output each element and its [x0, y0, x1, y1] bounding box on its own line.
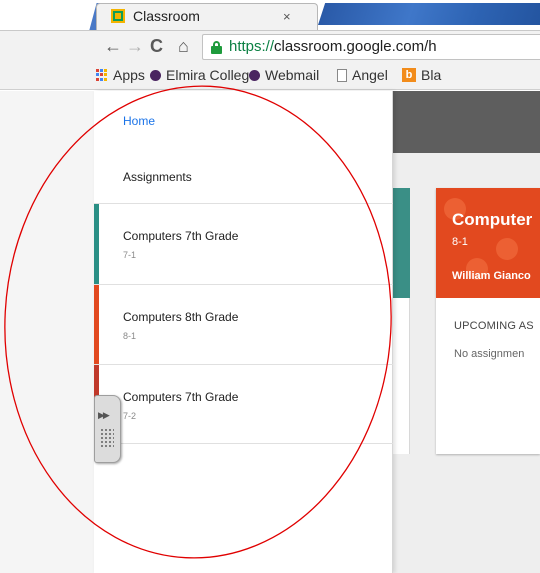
floating-toolbar-handle[interactable]: ▶▶ — [94, 395, 121, 463]
reload-icon[interactable]: C — [150, 36, 163, 56]
bookmark-angel[interactable]: Angel — [337, 67, 388, 83]
webmail-dot-icon — [249, 69, 260, 81]
url-scheme: https:// — [229, 38, 275, 55]
forward-arrow-icon[interactable]: → — [126, 36, 144, 56]
class-name: Computers 7th Grade — [123, 229, 239, 243]
home-icon[interactable]: ⌂ — [178, 36, 189, 56]
bookmark-elmira-college[interactable]: Elmira College — [150, 67, 257, 83]
inactive-tab-area[interactable] — [318, 3, 540, 25]
class-name: Computers 8th Grade — [123, 310, 239, 324]
page-icon — [337, 68, 347, 82]
browser-tab[interactable]: Classroom × — [96, 3, 318, 30]
class-card-section: 8-1 — [452, 236, 468, 248]
b-icon: b — [402, 68, 416, 82]
classroom-favicon-icon — [111, 9, 125, 23]
class-color-bar — [94, 204, 99, 284]
elmira-dot-icon — [150, 69, 161, 81]
bookmark-label: Angel — [352, 67, 388, 83]
bookmark-bla[interactable]: b Bla — [402, 67, 441, 83]
card-pattern-dot — [496, 238, 518, 260]
back-arrow-icon[interactable]: ← — [104, 36, 122, 56]
url-host-path: classroom.google.com/h — [274, 38, 437, 55]
class-section: 7-1 — [123, 250, 137, 260]
drawer-item-label: Home — [123, 114, 156, 128]
class-section: 8-1 — [123, 331, 137, 341]
drawer-item-class[interactable]: Computers 7th Grade 7-1 — [94, 203, 393, 284]
class-card-partial-header — [392, 188, 410, 298]
address-bar[interactable]: https://classroom.google.com/h — [202, 34, 540, 60]
class-section: 7-2 — [123, 411, 137, 421]
browser-toolbar: ← → C ⌂ https://classroom.google.com/h — [0, 30, 540, 62]
apps-grid-icon — [96, 69, 108, 81]
tab-title: Classroom — [133, 8, 200, 24]
expand-arrows-icon[interactable]: ▶▶ — [98, 410, 110, 421]
no-assignments-text: No assignmen — [454, 348, 525, 360]
bookmarks-bar: Apps Elmira College Webmail Angel b Bla — [0, 62, 540, 90]
drawer-item-class[interactable]: Computers 7th Grade 7-2 — [94, 364, 393, 445]
drawer-item-class[interactable]: Computers 8th Grade 8-1 — [94, 284, 393, 365]
navigation-drawer: Home Assignments Computers 7th Grade 7-1… — [94, 91, 393, 573]
app-header-bar — [392, 91, 540, 153]
class-card-title[interactable]: Computer — [452, 210, 532, 230]
drawer-item-label: Assignments — [123, 170, 192, 184]
drag-grip-icon[interactable] — [100, 428, 114, 448]
url-text: https://classroom.google.com/h — [229, 38, 437, 55]
drawer-item-home[interactable]: Home — [94, 91, 393, 151]
bookmark-label: Webmail — [265, 67, 320, 83]
class-card-teacher: William Gianco — [452, 270, 531, 282]
bookmark-label: Bla — [421, 67, 442, 83]
upcoming-assignments-label: UPCOMING AS — [454, 320, 534, 332]
bookmark-label: Apps — [113, 67, 145, 83]
drawer-item-assignments[interactable]: Assignments — [94, 151, 393, 203]
class-card-header: Computer 8-1 William Gianco — [436, 188, 540, 298]
bookmark-webmail[interactable]: Webmail — [249, 67, 319, 83]
class-card[interactable]: Computer 8-1 William Gianco UPCOMING AS … — [436, 188, 540, 454]
bookmark-label: Elmira College — [166, 67, 258, 83]
class-name: Computers 7th Grade — [123, 390, 239, 404]
class-card-partial[interactable] — [392, 188, 410, 454]
browser-tabstrip: Classroom × — [0, 0, 540, 30]
lock-icon — [211, 41, 222, 54]
bookmark-apps[interactable]: Apps — [96, 67, 145, 83]
tab-close-icon[interactable]: × — [283, 9, 291, 24]
class-color-bar — [94, 285, 99, 365]
